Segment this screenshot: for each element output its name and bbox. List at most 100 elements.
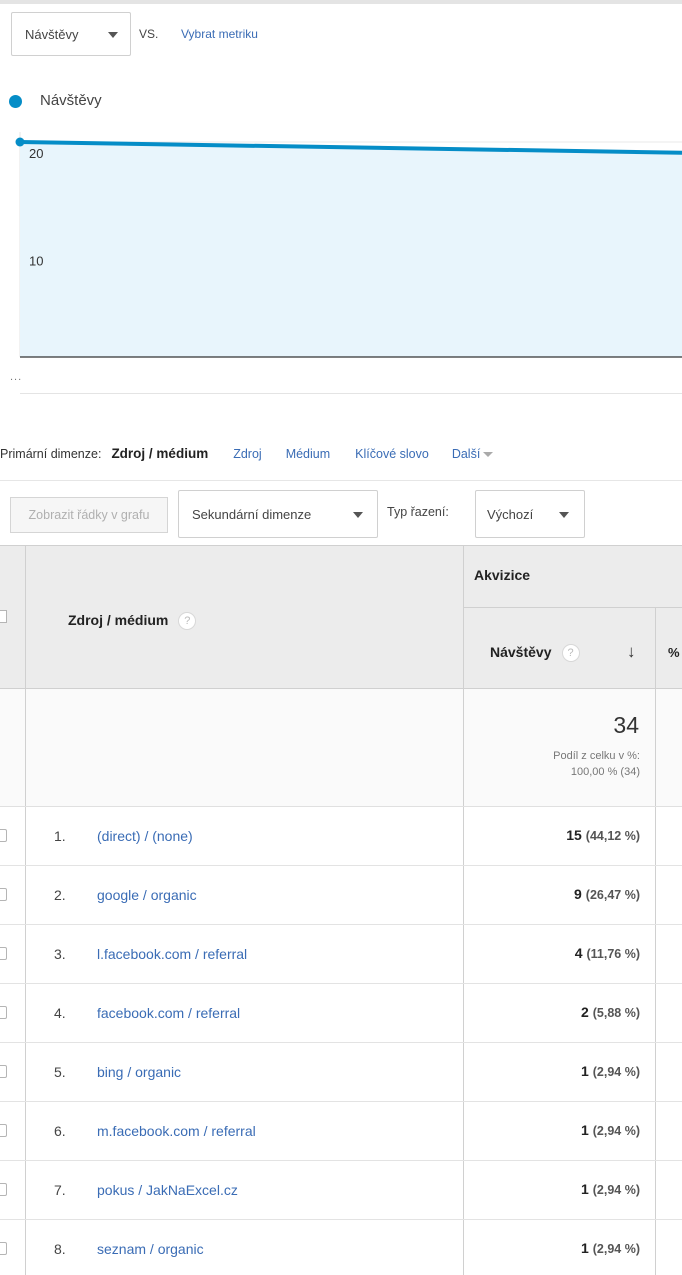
row-source-link[interactable]: facebook.com / referral xyxy=(97,1005,240,1021)
row-checkbox[interactable] xyxy=(0,888,7,901)
chevron-down-icon xyxy=(108,32,118,38)
table-row: 2. google / organic 9 (26,47 %) xyxy=(0,866,682,925)
column-divider xyxy=(463,1043,464,1101)
row-number: 7. xyxy=(54,1182,66,1198)
column-divider xyxy=(463,1102,464,1160)
plot-rows-label: Zobrazit řádky v grafu xyxy=(28,508,150,522)
column-divider xyxy=(655,689,656,806)
select-all-checkbox[interactable] xyxy=(0,610,7,623)
row-visits-value: 4 (11,76 %) xyxy=(575,945,640,961)
y-tick-label: 20 xyxy=(29,146,43,161)
row-source-link[interactable]: pokus / JakNaExcel.cz xyxy=(97,1182,238,1198)
row-visits-count: 2 xyxy=(580,1004,589,1020)
row-source-link[interactable]: bing / organic xyxy=(97,1064,181,1080)
group-header-divider xyxy=(464,607,682,608)
column-divider xyxy=(25,866,26,924)
row-number: 4. xyxy=(54,1005,66,1021)
column-divider xyxy=(463,546,464,689)
column-divider xyxy=(25,1043,26,1101)
row-visits-value: 9 (26,47 %) xyxy=(574,886,640,902)
column-divider xyxy=(463,925,464,983)
column-divider xyxy=(25,546,26,689)
row-visits-value: 1 (2,94 %) xyxy=(581,1122,640,1138)
column-divider xyxy=(463,866,464,924)
total-visits-value: 34 xyxy=(613,712,639,738)
column-divider xyxy=(655,1220,656,1275)
table-row: 5. bing / organic 1 (2,94 %) xyxy=(0,1043,682,1102)
dimension-option-more[interactable]: Další xyxy=(452,447,494,461)
y-tick-label: 10 xyxy=(29,254,43,269)
total-share-value: 100,00 % (34) xyxy=(570,766,640,778)
row-visits-count: 1 xyxy=(580,1063,589,1079)
row-checkbox[interactable] xyxy=(0,1065,7,1078)
chart-more-indicator[interactable]: ... xyxy=(10,371,22,383)
row-visits-count: 1 xyxy=(580,1240,589,1256)
dimension-option-medium[interactable]: Médium xyxy=(286,447,330,461)
help-icon[interactable]: ? xyxy=(561,644,580,663)
row-visits-percent: (26,47 %) xyxy=(585,888,640,902)
table-row: 7. pokus / JakNaExcel.cz 1 (2,94 %) xyxy=(0,1161,682,1220)
legend-dot-icon xyxy=(9,95,22,108)
sort-descending-icon[interactable]: ↓ xyxy=(627,642,636,662)
row-number: 6. xyxy=(54,1123,66,1139)
column-divider xyxy=(463,1161,464,1219)
row-checkbox[interactable] xyxy=(0,1242,7,1255)
row-checkbox[interactable] xyxy=(0,1183,7,1196)
chevron-down-icon xyxy=(559,512,569,518)
row-visits-percent: (11,76 %) xyxy=(586,947,640,961)
controls-divider xyxy=(0,480,682,481)
column-divider xyxy=(463,689,464,806)
pick-metric-link[interactable]: Vybrat metriku xyxy=(181,27,258,41)
vs-label: VS. xyxy=(139,27,159,41)
table-row: 6. m.facebook.com / referral 1 (2,94 %) xyxy=(0,1102,682,1161)
column-divider xyxy=(463,807,464,865)
column-divider xyxy=(463,1220,464,1275)
visits-column-header[interactable]: Návštěvy? xyxy=(490,644,580,663)
row-checkbox[interactable] xyxy=(0,1124,7,1137)
top-border xyxy=(0,0,682,4)
row-number: 1. xyxy=(54,828,66,844)
row-visits-value: 1 (2,94 %) xyxy=(581,1063,640,1079)
row-source-link[interactable]: l.facebook.com / referral xyxy=(97,946,247,962)
row-source-link[interactable]: m.facebook.com / referral xyxy=(97,1123,256,1139)
row-checkbox[interactable] xyxy=(0,947,7,960)
row-source-link[interactable]: seznam / organic xyxy=(97,1241,204,1257)
dimension-option-source[interactable]: Zdroj xyxy=(233,447,261,461)
help-icon[interactable]: ? xyxy=(178,612,197,631)
totals-row: 34 Podíl z celku v %: 100,00 % (34) xyxy=(0,689,682,807)
plot-rows-button[interactable]: Zobrazit řádky v grafu xyxy=(10,497,168,533)
secondary-dimension-dropdown[interactable]: Sekundární dimenze xyxy=(178,490,378,538)
metric-dropdown[interactable]: Návštěvy xyxy=(11,12,131,56)
column-divider xyxy=(463,984,464,1042)
dimension-option-keyword[interactable]: Klíčové slovo xyxy=(355,447,429,461)
row-source-link[interactable]: (direct) / (none) xyxy=(97,828,193,844)
chevron-down-icon xyxy=(483,452,494,458)
column-divider xyxy=(655,925,656,983)
row-checkbox[interactable] xyxy=(0,1006,7,1019)
sort-type-value: Výchozí xyxy=(487,506,534,522)
row-visits-count: 4 xyxy=(574,945,583,961)
table-row: 8. seznam / organic 1 (2,94 %) xyxy=(0,1220,682,1275)
primary-dimension-current: Zdroj / médium xyxy=(111,446,209,461)
row-checkbox[interactable] xyxy=(0,829,7,842)
dimension-column-label: Zdroj / médium xyxy=(68,612,169,628)
table-row: 1. (direct) / (none) 15 (44,12 %) xyxy=(0,807,682,866)
chevron-down-icon xyxy=(353,512,363,518)
column-divider xyxy=(655,1102,656,1160)
percent-column-header[interactable]: % xyxy=(668,645,680,660)
column-divider xyxy=(655,1161,656,1219)
secondary-dimension-label: Sekundární dimenze xyxy=(192,506,312,522)
row-visits-value: 1 (2,94 %) xyxy=(581,1181,640,1197)
column-divider xyxy=(655,1043,656,1101)
row-source-link[interactable]: google / organic xyxy=(97,887,197,903)
table-header: Zdroj / médium? Akvizice Návštěvy? ↓ % xyxy=(0,545,682,689)
row-visits-value: 2 (5,88 %) xyxy=(581,1004,640,1020)
dimension-column-header[interactable]: Zdroj / médium? xyxy=(68,612,197,631)
total-share-label: Podíl z celku v %: xyxy=(553,750,640,762)
table-row: 4. facebook.com / referral 2 (5,88 %) xyxy=(0,984,682,1043)
row-number: 8. xyxy=(54,1241,66,1257)
row-number: 2. xyxy=(54,887,66,903)
column-divider xyxy=(25,1161,26,1219)
sort-type-label: Typ řazení: xyxy=(387,505,449,519)
sort-type-dropdown[interactable]: Výchozí xyxy=(475,490,585,538)
